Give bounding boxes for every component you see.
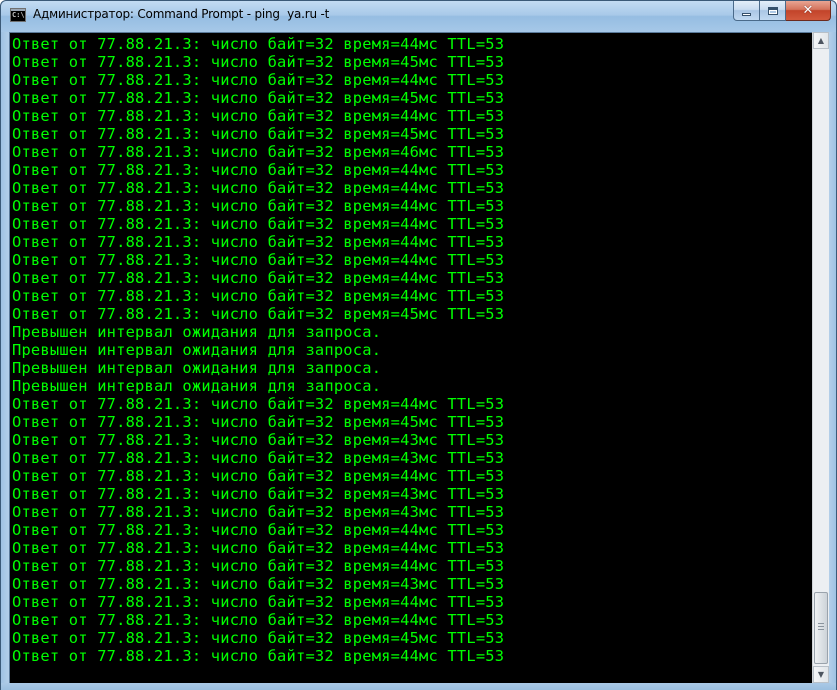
- console-lines: Ответ от 77.88.21.3: число байт=32 время…: [12, 35, 504, 665]
- console-line: Ответ от 77.88.21.3: число байт=32 время…: [12, 269, 505, 287]
- console-line: Ответ от 77.88.21.3: число байт=32 время…: [12, 233, 505, 251]
- console-line: Превышен интервал ожидания для запроса.: [12, 377, 382, 395]
- console-line: Ответ от 77.88.21.3: число байт=32 время…: [12, 647, 505, 665]
- console-app-icon-text: C:\: [12, 11, 25, 19]
- close-button[interactable]: ✕: [786, 1, 831, 21]
- console-line: Ответ от 77.88.21.3: число байт=32 время…: [12, 197, 505, 215]
- console-line: Ответ от 77.88.21.3: число байт=32 время…: [12, 521, 505, 539]
- caption-buttons: ✕: [733, 1, 831, 21]
- console-line: Ответ от 77.88.21.3: число байт=32 время…: [12, 449, 505, 467]
- chevron-up-icon: ▲: [817, 36, 825, 45]
- console-line: Ответ от 77.88.21.3: число байт=32 время…: [12, 143, 505, 161]
- maximize-icon: [767, 6, 778, 15]
- window-frame-left: [1, 32, 9, 683]
- title-bar[interactable]: C:\ Администратор: Command Prompt - ping…: [1, 1, 836, 32]
- console-line: Ответ от 77.88.21.3: число байт=32 время…: [12, 467, 505, 485]
- command-prompt-window: C:\ Администратор: Command Prompt - ping…: [0, 0, 837, 690]
- console-line: Ответ от 77.88.21.3: число байт=32 время…: [12, 395, 505, 413]
- console-line: Ответ от 77.88.21.3: число байт=32 время…: [12, 611, 505, 629]
- minimize-icon: [742, 12, 751, 16]
- console-line: Ответ от 77.88.21.3: число байт=32 время…: [12, 89, 505, 107]
- console-line: Ответ от 77.88.21.3: число байт=32 время…: [12, 287, 505, 305]
- console-line: Ответ от 77.88.21.3: число байт=32 время…: [12, 305, 505, 323]
- console-line: Ответ от 77.88.21.3: число байт=32 время…: [12, 539, 505, 557]
- chevron-down-icon: ▼: [817, 670, 825, 679]
- maximize-button[interactable]: [760, 1, 786, 21]
- scroll-down-button[interactable]: ▼: [813, 666, 829, 683]
- scroll-up-button[interactable]: ▲: [813, 32, 829, 49]
- close-icon: ✕: [802, 2, 814, 18]
- console-line: Ответ от 77.88.21.3: число байт=32 время…: [12, 179, 505, 197]
- console-line: Ответ от 77.88.21.3: число байт=32 время…: [12, 557, 505, 575]
- window-frame-bottom[interactable]: [1, 683, 836, 690]
- console-output[interactable]: Ответ от 77.88.21.3: число байт=32 время…: [9, 32, 812, 683]
- minimize-button[interactable]: [733, 1, 760, 21]
- grip-line: [818, 626, 824, 627]
- console-line: Ответ от 77.88.21.3: число байт=32 время…: [12, 575, 505, 593]
- console-line: Ответ от 77.88.21.3: число байт=32 время…: [12, 485, 505, 503]
- scrollbar-thumb[interactable]: [814, 592, 828, 664]
- console-line: Ответ от 77.88.21.3: число байт=32 время…: [12, 215, 505, 233]
- console-line: Ответ от 77.88.21.3: число байт=32 время…: [12, 35, 505, 53]
- console-app-icon[interactable]: C:\: [10, 8, 26, 22]
- console-line: Превышен интервал ожидания для запроса.: [12, 341, 382, 359]
- console-line: Ответ от 77.88.21.3: число байт=32 время…: [12, 71, 505, 89]
- console-line: Ответ от 77.88.21.3: число байт=32 время…: [12, 107, 505, 125]
- window-title: Администратор: Command Prompt - ping ya.…: [33, 7, 330, 21]
- console-line: Ответ от 77.88.21.3: число байт=32 время…: [12, 629, 505, 647]
- grip-line: [818, 629, 824, 630]
- console-line: Превышен интервал ожидания для запроса.: [12, 359, 382, 377]
- console-line: Ответ от 77.88.21.3: число байт=32 время…: [12, 503, 505, 521]
- vertical-scrollbar[interactable]: ▲ ▼: [812, 32, 829, 683]
- console-line: Превышен интервал ожидания для запроса.: [12, 323, 382, 341]
- console-line: Ответ от 77.88.21.3: число байт=32 время…: [12, 53, 505, 71]
- console-line: Ответ от 77.88.21.3: число байт=32 время…: [12, 431, 505, 449]
- window-frame-right[interactable]: [829, 32, 836, 683]
- console-line: Ответ от 77.88.21.3: число байт=32 время…: [12, 161, 505, 179]
- grip-line: [818, 623, 824, 624]
- console-line: Ответ от 77.88.21.3: число байт=32 время…: [12, 593, 505, 611]
- console-line: Ответ от 77.88.21.3: число байт=32 время…: [12, 413, 505, 431]
- console-line: Ответ от 77.88.21.3: число байт=32 время…: [12, 125, 505, 143]
- console-line: Ответ от 77.88.21.3: число байт=32 время…: [12, 251, 505, 269]
